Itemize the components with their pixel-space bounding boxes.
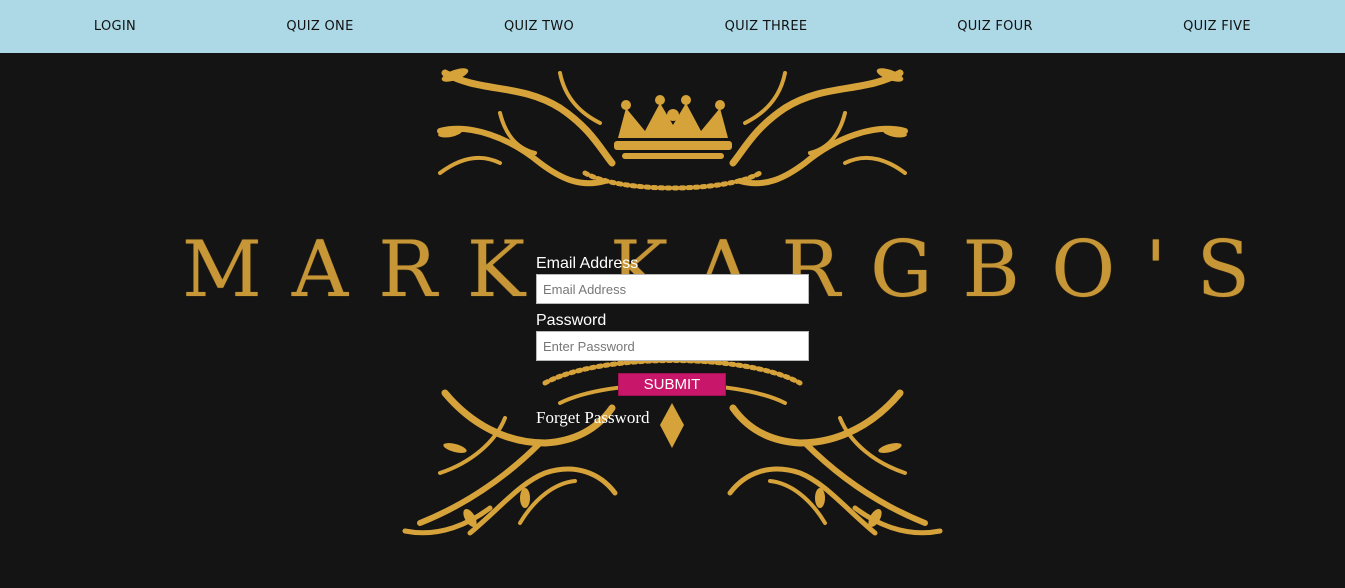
crown-icon	[614, 95, 732, 159]
top-navigation-bar: LOGIN QUIZ ONE QUIZ TWO QUIZ THREE QUIZ …	[0, 0, 1345, 53]
nav-quiz-one-link[interactable]: QUIZ ONE	[286, 0, 353, 53]
nav-quiz-five-link[interactable]: QUIZ FIVE	[1183, 0, 1251, 53]
submit-button[interactable]: SUBMIT	[618, 373, 726, 396]
nav-quiz-two-link[interactable]: QUIZ TWO	[504, 0, 574, 53]
nav-quiz-three-link[interactable]: QUIZ THREE	[725, 0, 808, 53]
login-form: Email Address Password SUBMIT Forget Pas…	[536, 255, 809, 428]
nav-login-link[interactable]: LOGIN	[94, 0, 136, 53]
email-input[interactable]	[536, 274, 809, 304]
forget-password-link[interactable]: Forget Password	[536, 408, 650, 428]
email-label: Email Address	[536, 255, 639, 272]
nav-quiz-four-link[interactable]: QUIZ FOUR	[957, 0, 1033, 53]
password-input[interactable]	[536, 331, 809, 361]
password-label: Password	[536, 312, 607, 329]
